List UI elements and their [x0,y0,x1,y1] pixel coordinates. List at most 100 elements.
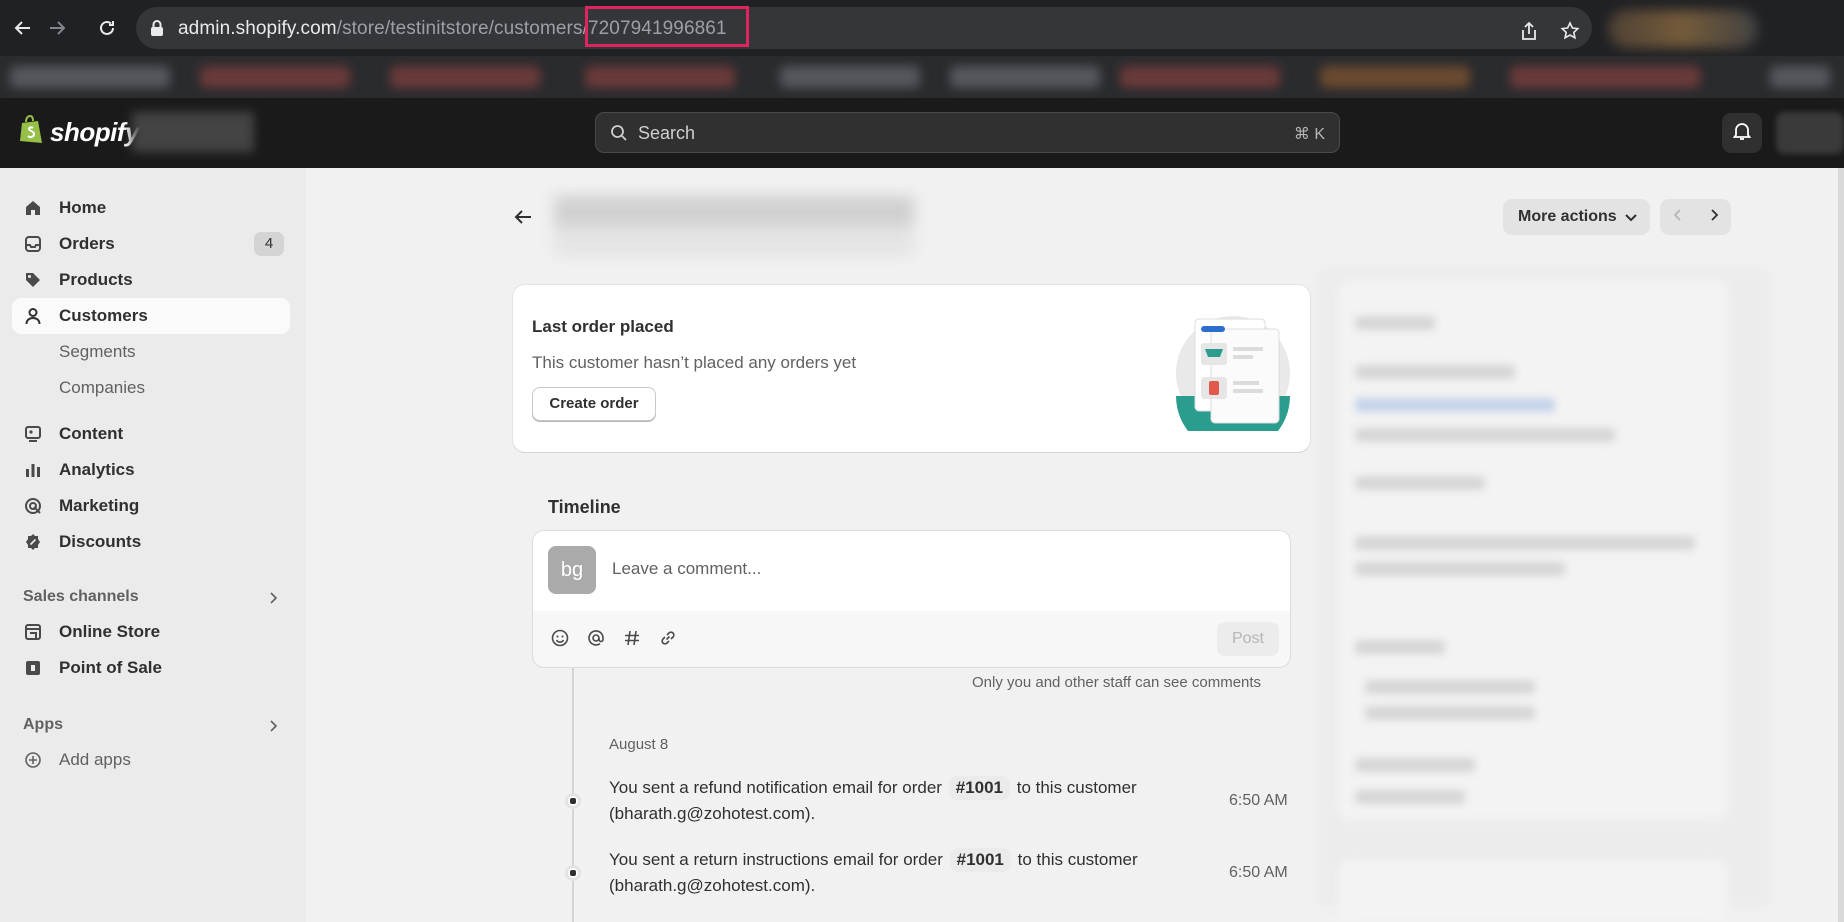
order-link[interactable]: #1001 [948,776,1010,800]
redacted-line [1355,365,1515,379]
search-icon [610,124,628,147]
admin-sidebar: Home Orders 4 Products Customers Segment… [0,168,306,922]
browser-back-icon[interactable] [9,14,37,42]
store-icon [24,623,44,643]
chevron-down-icon [1624,211,1638,229]
orders-count-badge: 4 [254,232,284,256]
sidebar-item-label: Products [59,270,133,289]
timeline-event-text: You sent a return instructions email for… [609,850,943,869]
shopify-topbar: shopify Search ⌘ K [0,98,1844,168]
timeline-event: You sent a refund notification email for… [609,775,1189,827]
sidebar-item-add-apps[interactable]: Add apps [12,742,290,778]
notifications-button[interactable] [1722,113,1762,153]
sidebar-item-label: Analytics [59,460,135,479]
hashtag-icon[interactable] [622,628,646,652]
redacted-line [1355,428,1615,442]
admin-search-input[interactable]: Search ⌘ K [595,112,1340,153]
sidebar-item-products[interactable]: Products [12,262,290,298]
search-shortcut: ⌘ K [1293,126,1325,143]
sidebar-item-label: Content [59,424,124,443]
empty-orders-illustration [1173,311,1293,453]
shopify-wordmark: shopify [50,117,139,147]
comment-composer: bg Leave a comment... Post [532,530,1291,668]
sidebar-item-label: Discounts [59,532,142,551]
link-icon[interactable] [658,628,682,652]
order-link[interactable]: #1001 [949,848,1011,872]
shopify-bag-icon [18,114,44,150]
chevron-right-icon [1709,208,1719,227]
sales-channels-heading[interactable]: Sales channels [23,588,139,606]
sidebar-item-label: Point of Sale [59,658,162,677]
comment-input-area[interactable]: bg Leave a comment... [533,531,1290,611]
address-bar[interactable]: admin.shopify.com/store/testinitstore/cu… [136,7,1592,49]
timeline-event-dot [565,793,581,809]
lock-icon [150,19,164,42]
bookmarks-bar-redacted [0,56,1844,98]
avatar: bg [548,546,596,594]
last-order-card: Last order placed This customer hasn’t p… [513,285,1310,453]
page-scrollbar[interactable] [1838,168,1844,922]
sidebar-item-content[interactable]: Content [12,416,290,452]
share-icon[interactable] [1520,21,1538,46]
browser-reload-icon[interactable] [93,14,121,42]
sidebar-item-discounts[interactable]: Discounts [12,524,290,560]
sidebar-item-home[interactable]: Home [12,190,290,226]
customer-details-card-redacted [1338,280,1728,820]
redacted-line [1355,758,1475,772]
emoji-icon[interactable] [550,628,574,652]
inbox-icon [24,235,44,255]
sidebar-item-marketing[interactable]: Marketing [12,488,290,524]
mention-icon[interactable] [586,628,610,652]
browser-profile-redacted [1608,10,1758,48]
timeline-title: Timeline [548,497,621,517]
redacted-line [1365,680,1535,694]
store-name-redacted [132,112,254,152]
timeline-event-email: (bharath.g@zohotest.com). [609,804,816,823]
redacted-line [1355,476,1485,490]
chevron-right-icon[interactable] [268,719,278,738]
sidebar-item-label: Marketing [59,496,140,515]
timeline-event-text: to this customer [1017,850,1138,869]
target-icon [24,497,44,517]
more-actions-button[interactable]: More actions [1503,199,1650,235]
sidebar-item-label: Segments [59,342,136,361]
create-order-button[interactable]: Create order [532,387,656,421]
sidebar-item-label: Online Store [59,622,161,641]
customer-name-redacted [554,196,914,256]
post-comment-button[interactable]: Post [1217,622,1279,656]
redacted-line [1355,562,1565,576]
sidebar-item-analytics[interactable]: Analytics [12,452,290,488]
sidebar-item-label: Add apps [59,750,131,769]
bookmark-star-icon[interactable] [1560,21,1580,46]
last-order-empty-text: This customer hasn’t placed any orders y… [532,353,857,372]
sidebar-item-point-of-sale[interactable]: Point of Sale [12,650,290,686]
sidebar-item-label: Orders [59,234,115,253]
comment-visibility-note: Only you and other staff can see comment… [972,674,1262,691]
redacted-line [1355,536,1695,550]
sidebar-item-label: Companies [59,378,145,397]
browser-forward-icon[interactable] [43,14,71,42]
sidebar-item-customers[interactable]: Customers [12,298,290,334]
timeline-event-time: 6:50 AM [1229,792,1288,809]
home-icon [24,199,44,219]
back-arrow-icon[interactable] [512,206,534,233]
chevron-left-icon [1673,208,1683,227]
timeline-event-text: You sent a refund notification email for… [609,778,942,797]
timeline-event-time: 6:50 AM [1229,864,1288,881]
sidebar-item-orders[interactable]: Orders 4 [12,226,290,262]
sidebar-item-companies[interactable]: Companies [12,370,290,406]
account-menu-redacted[interactable] [1776,112,1844,154]
shopify-logo[interactable]: shopify [18,114,139,150]
sidebar-item-online-store[interactable]: Online Store [12,614,290,650]
apps-heading[interactable]: Apps [23,716,63,734]
pos-icon [24,659,44,679]
comment-input-placeholder[interactable]: Leave a comment... [612,559,761,579]
chevron-right-icon[interactable] [268,591,278,610]
url-id-highlight-box [585,6,749,47]
sidebar-item-segments[interactable]: Segments [12,334,290,370]
previous-customer-button[interactable] [1660,199,1695,235]
record-pager [1660,199,1731,235]
redacted-line [1355,316,1435,330]
next-customer-button[interactable] [1696,199,1731,235]
browser-toolbar: admin.shopify.com/store/testinitstore/cu… [0,0,1844,56]
